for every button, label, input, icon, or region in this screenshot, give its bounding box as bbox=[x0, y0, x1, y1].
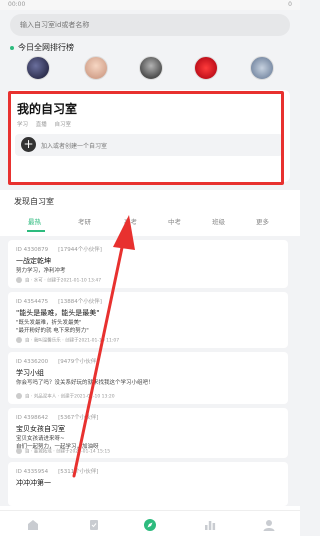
room-meta: ID 4354475 [13884个小伙伴] bbox=[16, 297, 102, 305]
avatar[interactable] bbox=[194, 56, 218, 80]
room-creator: 自 · 水可 · 创建于2021-01-10 13:47 bbox=[25, 278, 102, 284]
room-name: 一战定乾坤 bbox=[16, 257, 51, 265]
home-icon[interactable] bbox=[26, 517, 40, 531]
avatar bbox=[16, 277, 22, 283]
list-item[interactable]: ID 4398642 [5367个小伙伴] 宝贝女孩自习室 宝贝女孩请进来呀~ 自… bbox=[8, 408, 288, 458]
tag: 自习室 bbox=[54, 122, 72, 128]
discover-title: 发现自习室 bbox=[14, 197, 54, 206]
room-count: [5367个小伙伴] bbox=[58, 415, 99, 421]
tab-class[interactable]: 班级 bbox=[212, 216, 225, 226]
room-meta: ID 4330879 [17944个小伙伴] bbox=[16, 245, 102, 253]
my-room-tags: 学习 直播 自习室 bbox=[17, 120, 77, 128]
my-room-card[interactable]: 我的自习室 学习 直播 自习室 + 加入或者创建一个自习室 bbox=[8, 90, 290, 182]
room-meta: ID 4335954 [5311个小伙伴] bbox=[16, 467, 98, 475]
room-desc: "既头发最难，折头发最美" "最开粉好的就 电下来的努力" bbox=[16, 319, 89, 335]
room-count: [5311个小伙伴] bbox=[58, 469, 99, 475]
room-creator: 自 · 我叫温馨乐乐 · 创建于2021-01-10 11:07 bbox=[25, 338, 120, 344]
ranking-title: 今日全网排行榜 bbox=[18, 43, 74, 52]
create-room-label: 加入或者创建一个自习室 bbox=[41, 143, 108, 150]
room-list: ID 4330879 [17944个小伙伴] 一战定乾坤 努力学习，净利冲考 自 … bbox=[0, 236, 300, 506]
room-id: ID 4336200 bbox=[16, 359, 49, 365]
room-id: ID 4398642 bbox=[16, 415, 49, 421]
plus-icon: + bbox=[21, 137, 36, 152]
room-creator: 自 · 金城拓瑶 · 创建于2021-01-14 15:15 bbox=[25, 449, 111, 455]
avatar bbox=[16, 448, 22, 454]
profile-icon[interactable] bbox=[262, 517, 276, 531]
room-creator: 自 · 刘品泥本人 · 创建于2021-01-10 13:20 bbox=[25, 394, 115, 400]
avatar bbox=[16, 393, 22, 399]
room-desc: 努力学习，净利冲考 bbox=[16, 267, 66, 275]
room-count: [13884个小伙伴] bbox=[58, 299, 102, 305]
list-item[interactable]: ID 4354475 [13884个小伙伴] "能头是最难，能头是最美" "既头发… bbox=[8, 292, 288, 348]
room-name: 冲冲冲第一 bbox=[16, 479, 51, 487]
search-input[interactable]: 输入自习室id或者名称 bbox=[10, 14, 290, 36]
room-id: ID 4335954 bbox=[16, 469, 49, 475]
tab-more[interactable]: 更多 bbox=[256, 216, 269, 226]
avatar bbox=[16, 337, 22, 343]
list-item[interactable]: ID 4330879 [17944个小伙伴] 一战定乾坤 努力学习，净利冲考 自 … bbox=[8, 240, 288, 288]
status-bar: 00:00 0 bbox=[0, 0, 300, 10]
room-id: ID 4354475 bbox=[16, 299, 49, 305]
discover-tabs: 最热 考研 高考 中考 班级 更多 bbox=[0, 214, 300, 232]
room-count: [17944个小伙伴] bbox=[58, 247, 102, 253]
tag: 直播 bbox=[35, 122, 47, 128]
avatar[interactable] bbox=[26, 56, 50, 80]
stats-icon[interactable] bbox=[203, 517, 217, 531]
room-name: 宝贝女孩自习室 bbox=[16, 425, 65, 433]
room-desc-line: 宝贝女孩请进来呀~ bbox=[16, 436, 65, 442]
discover-icon[interactable] bbox=[143, 517, 157, 531]
avatar[interactable] bbox=[250, 56, 274, 80]
room-desc-line: 努力学习，净利冲考 bbox=[16, 268, 66, 274]
room-desc-line: 你会写吗了吗？没关系好玩的就来找我这个学习小组吧！ bbox=[16, 380, 154, 386]
avatar[interactable] bbox=[84, 56, 108, 80]
room-meta: ID 4398642 [5367个小伙伴] bbox=[16, 413, 98, 421]
room-id: ID 4330879 bbox=[16, 247, 49, 253]
tab-hot[interactable]: 最热 bbox=[28, 216, 41, 226]
avatar[interactable] bbox=[139, 56, 163, 80]
ranking-dot bbox=[10, 46, 14, 50]
room-footer: 自 · 金城拓瑶 · 创建于2021-01-14 15:15 bbox=[16, 448, 110, 455]
tag: 学习 bbox=[17, 122, 29, 128]
status-time: 00:00 bbox=[8, 1, 26, 8]
room-desc: 你会写吗了吗？没关系好玩的就来找我这个学习小组吧！ bbox=[16, 379, 154, 387]
task-icon[interactable] bbox=[87, 517, 101, 531]
create-room-button[interactable]: + 加入或者创建一个自习室 bbox=[15, 134, 283, 156]
room-footer: 自 · 我叫温馨乐乐 · 创建于2021-01-10 11:07 bbox=[16, 337, 119, 344]
tab-kaoyan[interactable]: 考研 bbox=[78, 216, 91, 226]
tab-underline bbox=[27, 230, 45, 232]
discover-section: 发现自习室 最热 考研 高考 中考 班级 更多 ID 4330879 [17944… bbox=[0, 190, 300, 536]
room-name: 学习小组 bbox=[16, 369, 44, 377]
tab-zhongkao[interactable]: 中考 bbox=[168, 216, 181, 226]
room-footer: 自 · 水可 · 创建于2021-01-10 13:47 bbox=[16, 277, 101, 284]
my-room-title: 我的自习室 bbox=[17, 102, 78, 116]
bottom-tabbar bbox=[0, 510, 300, 536]
status-right: 0 bbox=[288, 1, 292, 8]
room-desc-line: "最开粉好的就 电下来的努力" bbox=[16, 328, 89, 334]
list-item[interactable]: ID 4335954 [5311个小伙伴] 冲冲冲第一 bbox=[8, 462, 288, 506]
room-name: "能头是最难，能头是最美" bbox=[16, 309, 100, 317]
search-placeholder: 输入自习室id或者名称 bbox=[20, 21, 90, 29]
tab-gaokao[interactable]: 高考 bbox=[124, 216, 137, 226]
room-count: [9479个小伙伴] bbox=[58, 359, 99, 365]
list-item[interactable]: ID 4336200 [9479个小伙伴] 学习小组 你会写吗了吗？没关系好玩的就… bbox=[8, 352, 288, 404]
room-footer: 自 · 刘品泥本人 · 创建于2021-01-10 13:20 bbox=[16, 393, 115, 400]
room-meta: ID 4336200 [9479个小伙伴] bbox=[16, 357, 98, 365]
room-desc-line: "既头发最难，折头发最美" bbox=[16, 320, 82, 326]
